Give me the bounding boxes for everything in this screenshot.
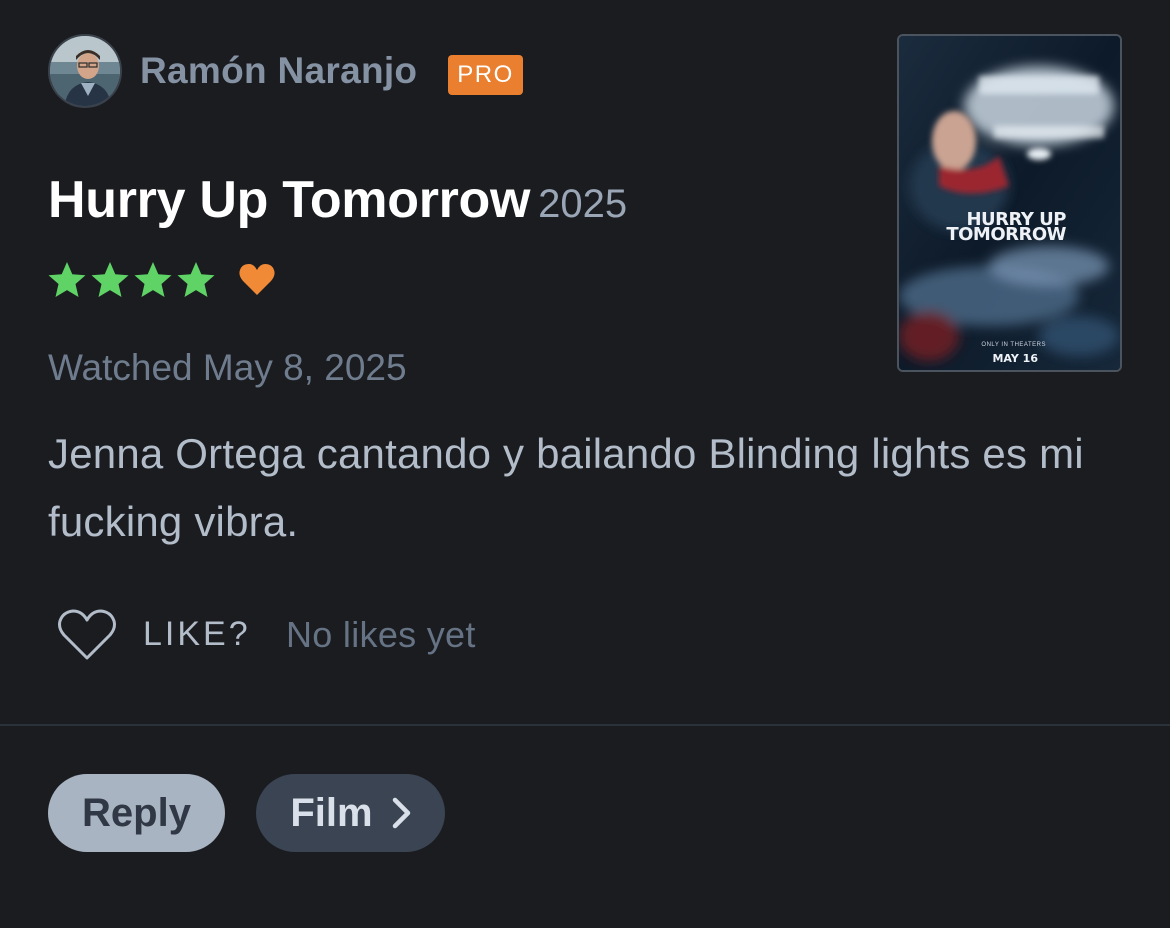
- star-icon: [177, 262, 215, 297]
- author-name[interactable]: Ramón Naranjo: [140, 50, 417, 92]
- star-rating: [46, 258, 276, 302]
- divider: [0, 724, 1170, 726]
- film-button-label: Film: [290, 790, 373, 835]
- film-button[interactable]: Film: [256, 774, 445, 852]
- review-body: Jenna Ortega cantando y bailando Blindin…: [48, 430, 1084, 545]
- film-poster[interactable]: HURRY UP TOMORROW ONLY IN THEATERS MAY 1…: [897, 34, 1122, 372]
- heart-icon: [239, 264, 275, 295]
- likes-count: No likes yet: [286, 614, 476, 655]
- star-icon: [134, 262, 172, 297]
- star-icon: [48, 262, 86, 297]
- film-year[interactable]: 2025: [538, 182, 627, 226]
- poster-artwork: [899, 36, 1120, 370]
- star-icon: [91, 262, 129, 297]
- review-card: Ramón Naranjo PRO Hurry Up Tomorrow 2025 …: [0, 0, 1170, 724]
- avatar-photo: [50, 36, 120, 106]
- poster-tagline: ONLY IN THEATERS: [981, 342, 1046, 348]
- pro-badge: PRO: [448, 55, 523, 95]
- reply-button-label: Reply: [82, 790, 191, 835]
- reply-button[interactable]: Reply: [48, 774, 225, 852]
- film-title[interactable]: Hurry Up Tomorrow: [48, 171, 530, 229]
- chevron-right-icon: [392, 797, 410, 829]
- avatar[interactable]: [48, 34, 122, 108]
- film-title-line: Hurry Up Tomorrow 2025: [48, 170, 627, 230]
- poster-release-date: MAY 16: [992, 352, 1038, 365]
- like-button-label[interactable]: LIKE?: [143, 615, 251, 654]
- heart-outline-icon[interactable]: [56, 607, 118, 663]
- poster-title-text: HURRY UP TOMORROW: [946, 209, 1066, 245]
- watched-date: Watched May 8, 2025: [48, 347, 407, 388]
